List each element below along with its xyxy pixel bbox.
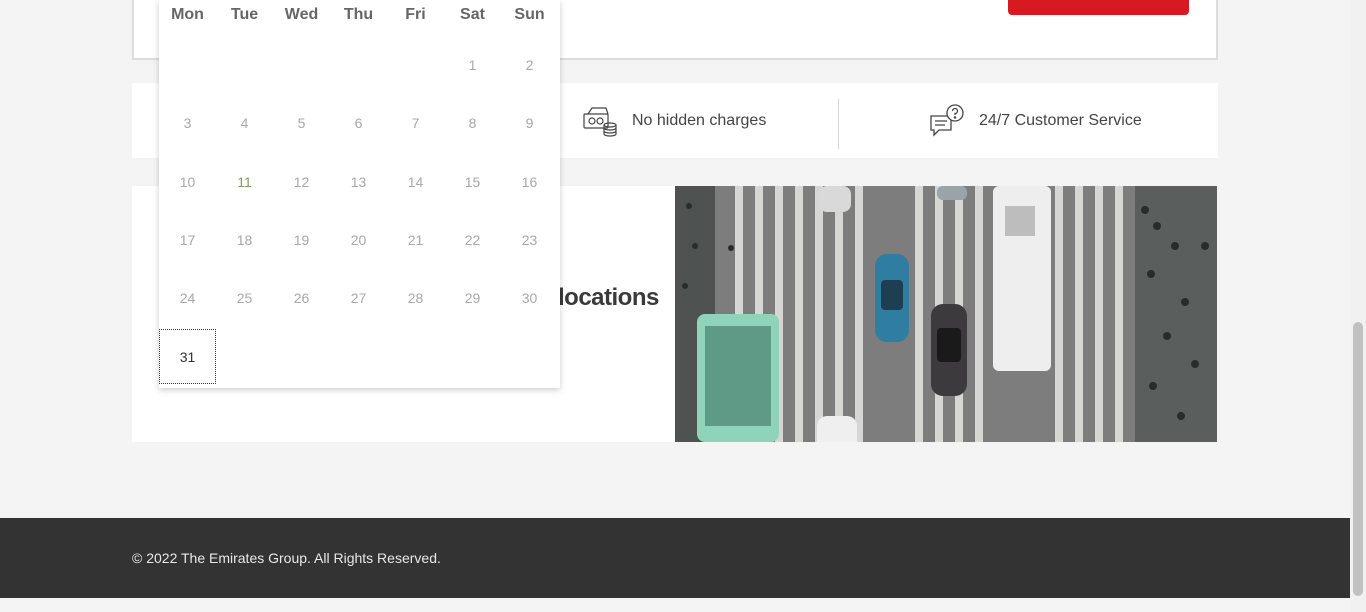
calendar-day[interactable]: 12 [273,154,330,209]
feature-customer-service: 24/7 Customer Service [929,83,1142,158]
calendar-day[interactable]: 5 [273,95,330,150]
calendar-day[interactable]: 1 [444,37,501,92]
calendar-day[interactable]: 22 [444,212,501,267]
traffic-aerial-image [675,186,1217,442]
calendar-day[interactable]: 6 [330,95,387,150]
calendar-day[interactable]: 24 [159,270,216,325]
copyright-text: © 2022 The Emirates Group. All Rights Re… [132,550,441,566]
weekday-mon: Mon [171,6,204,23]
page: No hidden charges 24/7 Customer Service … [0,0,1366,612]
calendar-day[interactable]: 2 [501,37,558,92]
calendar-day-today[interactable]: 11 [216,154,273,209]
calendar-day[interactable]: 7 [387,95,444,150]
search-button[interactable] [1008,0,1189,15]
weekday-wed: Wed [284,6,319,23]
calendar-day[interactable]: 10 [159,154,216,209]
calendar-day[interactable]: 18 [216,212,273,267]
calendar-day[interactable]: 20 [330,212,387,267]
weekday-sat: Sat [460,6,485,23]
calendar-day[interactable]: 30 [501,270,558,325]
feature-no-hidden-charges: No hidden charges [582,83,766,158]
promo-headline-text: locations [558,284,659,311]
calendar-day[interactable]: 4 [216,95,273,150]
datepicker-calendar: Mon Tue Wed Thu Fri Sat Sun 1 2 3 4 5 6 … [159,0,560,388]
calendar-day[interactable]: 25 [216,270,273,325]
feature-divider [838,99,839,149]
calendar-day[interactable]: 17 [159,212,216,267]
calendar-day[interactable]: 3 [159,95,216,150]
calendar-day-selected[interactable]: 31 [159,329,216,384]
footer: © 2022 The Emirates Group. All Rights Re… [0,518,1350,598]
calendar-day[interactable]: 23 [501,212,558,267]
calendar-day[interactable]: 16 [501,154,558,209]
calendar-day[interactable]: 13 [330,154,387,209]
calendar-day[interactable]: 9 [501,95,558,150]
scrollbar-thumb[interactable] [1353,322,1363,596]
scrollbar[interactable] [1350,0,1366,612]
weekday-tue: Tue [230,6,259,23]
calendar-day[interactable]: 29 [444,270,501,325]
calendar-day[interactable]: 28 [387,270,444,325]
calendar-day[interactable]: 19 [273,212,330,267]
calendar-day[interactable]: 27 [330,270,387,325]
feature-label: 24/7 Customer Service [979,111,1142,129]
weekday-thu: Thu [343,6,374,23]
calendar-day[interactable]: 21 [387,212,444,267]
weekday-sun: Sun [514,6,545,23]
money-icon [583,106,617,137]
calendar-day[interactable]: 8 [444,95,501,150]
feature-label: No hidden charges [632,111,767,129]
chat-support-icon [930,103,964,137]
calendar-day[interactable]: 15 [444,154,501,209]
calendar-day[interactable]: 14 [387,154,444,209]
weekday-fri: Fri [405,6,426,23]
promo-image [675,186,1217,442]
weekday-header: Mon Tue Wed Thu Fri Sat Sun [159,0,560,30]
calendar-day[interactable]: 26 [273,270,330,325]
